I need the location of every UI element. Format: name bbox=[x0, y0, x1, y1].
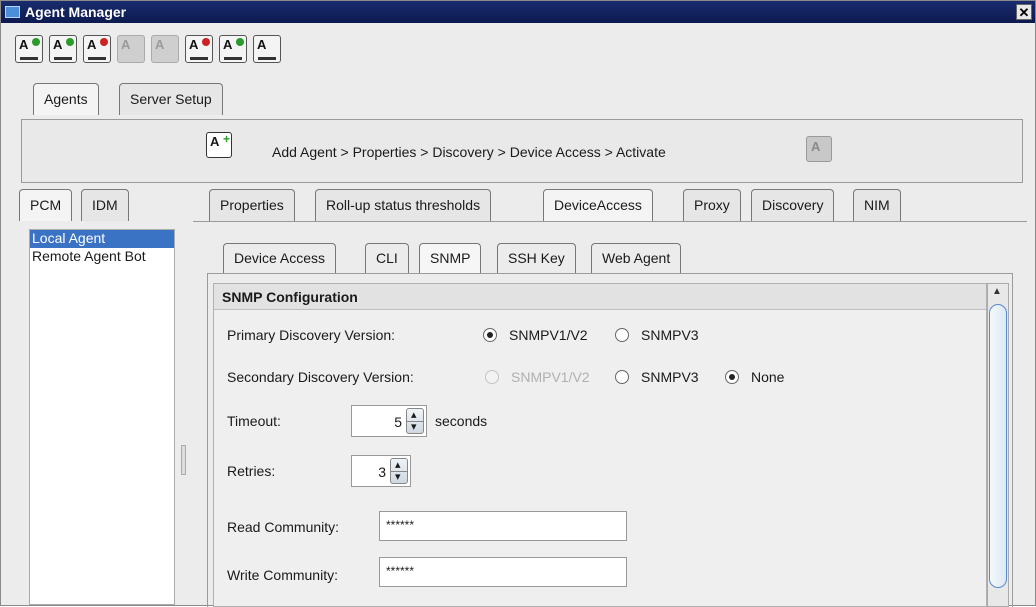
refresh-agent-icon: A bbox=[223, 37, 233, 52]
timeout-unit: seconds bbox=[435, 413, 488, 429]
primary-snmpv3-label: SNMPV3 bbox=[641, 327, 699, 343]
add-agent-icon: A + bbox=[206, 132, 232, 158]
tab-server-setup[interactable]: Server Setup bbox=[119, 83, 223, 115]
write-community-field[interactable]: ****** bbox=[379, 557, 627, 587]
wizard-breadcrumb: A + Add Agent > Properties > Discovery >… bbox=[21, 119, 1023, 183]
copy-agent-icon: A bbox=[121, 37, 131, 52]
secondary-none-label: None bbox=[751, 369, 785, 385]
subtab-device-access[interactable]: Device Access bbox=[223, 243, 337, 273]
scroll-up-arrow-icon[interactable]: ▲ bbox=[992, 286, 1002, 297]
secondary-version-label: Secondary Discovery Version: bbox=[227, 369, 414, 385]
secondary-snmpv1v2-label: SNMPV1/V2 bbox=[511, 369, 590, 385]
retries-value: 3 bbox=[378, 464, 386, 480]
agent-group-icon: A bbox=[155, 37, 165, 52]
list-item-remote-agent[interactable]: Remote Agent Bot bbox=[30, 248, 174, 266]
tab-idm[interactable]: IDM bbox=[81, 189, 129, 221]
secondary-none-radio[interactable] bbox=[725, 370, 739, 384]
tab-nim[interactable]: NIM bbox=[853, 189, 901, 221]
discover-agents-icon: A bbox=[53, 37, 63, 52]
delete-agent-button[interactable]: A bbox=[185, 35, 213, 63]
scrollbar-thumb[interactable] bbox=[989, 304, 1007, 588]
secondary-snmpv1v2-radio bbox=[485, 370, 499, 384]
copy-agent-button[interactable]: A bbox=[117, 35, 145, 63]
close-button[interactable]: ✕ bbox=[1016, 4, 1032, 20]
primary-version-label: Primary Discovery Version: bbox=[227, 327, 396, 343]
app-icon bbox=[5, 6, 20, 18]
agent-properties-icon: A bbox=[87, 37, 97, 52]
wizard-path: Add Agent > Properties > Discovery > Dev… bbox=[272, 144, 666, 160]
read-community-field[interactable]: ****** bbox=[379, 511, 627, 541]
snmp-config-header: SNMP Configuration bbox=[214, 284, 986, 310]
agent-manager-window: Agent Manager ✕ A A A A A A A A Agents S… bbox=[0, 0, 1036, 607]
agent-menu-button[interactable]: A bbox=[253, 35, 281, 63]
primary-snmpv1v2-label: SNMPV1/V2 bbox=[509, 327, 588, 343]
agent-menu-icon: A bbox=[257, 37, 267, 52]
agent-list: Local Agent Remote Agent Bot bbox=[29, 229, 175, 605]
toolbar: A A A A A A A A bbox=[1, 23, 1035, 73]
refresh-agent-button[interactable]: A bbox=[219, 35, 247, 63]
write-community-label: Write Community: bbox=[227, 567, 338, 583]
subtab-ssh-key[interactable]: SSH Key bbox=[497, 243, 576, 273]
secondary-snmpv3-radio[interactable] bbox=[615, 370, 629, 384]
agent-properties-button[interactable]: A bbox=[83, 35, 111, 63]
list-item-local-agent[interactable]: Local Agent bbox=[30, 230, 174, 248]
vertical-scrollbar[interactable]: ▲ bbox=[987, 283, 1009, 607]
read-community-label: Read Community: bbox=[227, 519, 340, 535]
timeout-spinner-arrows[interactable] bbox=[406, 408, 424, 434]
secondary-snmpv3-label: SNMPV3 bbox=[641, 369, 699, 385]
snmp-config-title: SNMP Configuration bbox=[222, 289, 358, 305]
tab-discovery[interactable]: Discovery bbox=[751, 189, 835, 221]
timeout-spinner[interactable]: 5 bbox=[351, 405, 427, 437]
title-bar: Agent Manager ✕ bbox=[1, 1, 1035, 23]
subtab-snmp[interactable]: SNMP bbox=[419, 243, 482, 273]
delete-agent-icon: A bbox=[189, 37, 199, 52]
add-agent-icon: A bbox=[19, 37, 29, 52]
window-title: Agent Manager bbox=[25, 4, 127, 20]
timeout-label: Timeout: bbox=[227, 413, 281, 429]
retries-spinner[interactable]: 3 bbox=[351, 455, 411, 487]
splitter-grip[interactable] bbox=[181, 445, 186, 475]
subtab-cli[interactable]: CLI bbox=[365, 243, 409, 273]
primary-snmpv1v2-radio[interactable] bbox=[483, 328, 497, 342]
tab-rollup-thresholds[interactable]: Roll-up status thresholds bbox=[315, 189, 492, 221]
timeout-value: 5 bbox=[394, 414, 402, 430]
agent-group-button[interactable]: A bbox=[151, 35, 179, 63]
add-agent-button[interactable]: A bbox=[15, 35, 43, 63]
primary-snmpv3-radio[interactable] bbox=[615, 328, 629, 342]
subtab-web-agent[interactable]: Web Agent bbox=[591, 243, 682, 273]
discover-agents-button[interactable]: A bbox=[49, 35, 77, 63]
splitter[interactable] bbox=[179, 187, 189, 607]
tab-properties[interactable]: Properties bbox=[209, 189, 295, 221]
retries-label: Retries: bbox=[227, 463, 276, 479]
tab-agents[interactable]: Agents bbox=[33, 83, 99, 115]
tab-pcm[interactable]: PCM bbox=[19, 189, 73, 221]
activate-agent-icon: A bbox=[806, 136, 832, 162]
tab-proxy[interactable]: Proxy bbox=[683, 189, 741, 221]
retries-spinner-arrows[interactable] bbox=[390, 458, 408, 484]
tab-device-access[interactable]: DeviceAccess bbox=[543, 189, 653, 221]
